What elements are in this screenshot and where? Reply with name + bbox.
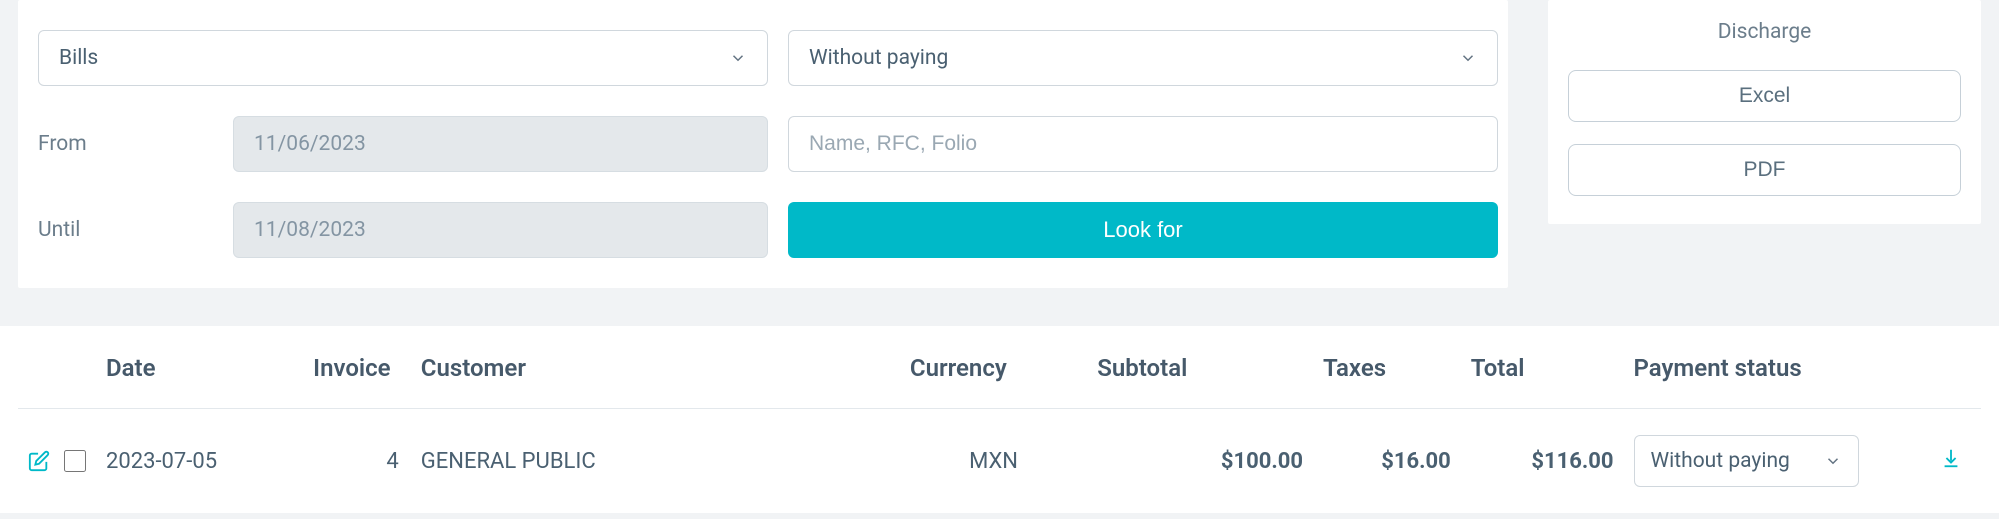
type-select-value: Bills: [59, 46, 98, 70]
from-date-input[interactable]: 11/06/2023: [233, 116, 768, 172]
until-date-value: 11/08/2023: [254, 218, 366, 242]
status-filter-select[interactable]: Without paying: [788, 30, 1498, 86]
results-table: Date Invoice Customer Currency Subtotal …: [18, 326, 1981, 513]
search-button[interactable]: Look for: [788, 202, 1498, 258]
chevron-down-icon: [729, 49, 747, 67]
edit-icon[interactable]: [28, 450, 50, 472]
th-subtotal: Subtotal: [1087, 326, 1313, 409]
th-date: Date: [96, 326, 303, 409]
cell-customer: GENERAL PUBLIC: [411, 409, 900, 514]
cell-taxes: $16.00: [1313, 409, 1461, 514]
chevron-down-icon: [1459, 49, 1477, 67]
from-date-value: 11/06/2023: [254, 132, 366, 156]
until-date-input[interactable]: 11/08/2023: [233, 202, 768, 258]
filter-panel: Bills Without paying From 11/06/2023 Unt…: [18, 0, 1508, 288]
th-total: Total: [1461, 326, 1624, 409]
th-status: Payment status: [1624, 326, 1922, 409]
search-input[interactable]: [809, 132, 1477, 156]
cell-invoice: 4: [303, 409, 411, 514]
cell-date: 2023-07-05: [96, 409, 303, 514]
payment-status-select[interactable]: Without paying: [1634, 435, 1859, 487]
th-taxes: Taxes: [1313, 326, 1461, 409]
until-label: Until: [38, 218, 213, 242]
th-currency: Currency: [900, 326, 1087, 409]
pdf-button[interactable]: PDF: [1568, 144, 1961, 196]
row-checkbox[interactable]: [64, 450, 86, 472]
cell-subtotal: $100.00: [1087, 409, 1313, 514]
type-select[interactable]: Bills: [38, 30, 768, 86]
download-icon[interactable]: [1940, 447, 1962, 469]
payment-status-value: Without paying: [1651, 449, 1790, 473]
table-row: 2023-07-05 4 GENERAL PUBLIC MXN $100.00 …: [18, 409, 1981, 514]
cell-currency: MXN: [900, 409, 1087, 514]
results-panel: Date Invoice Customer Currency Subtotal …: [0, 326, 1999, 513]
discharge-title: Discharge: [1568, 20, 1961, 48]
th-invoice: Invoice: [303, 326, 411, 409]
chevron-down-icon: [1824, 452, 1842, 470]
excel-button[interactable]: Excel: [1568, 70, 1961, 122]
discharge-panel: Discharge Excel PDF: [1548, 0, 1981, 224]
search-input-wrapper[interactable]: [788, 116, 1498, 172]
th-customer: Customer: [411, 326, 900, 409]
status-filter-value: Without paying: [809, 46, 948, 70]
cell-total: $116.00: [1461, 409, 1624, 514]
from-label: From: [38, 132, 213, 156]
